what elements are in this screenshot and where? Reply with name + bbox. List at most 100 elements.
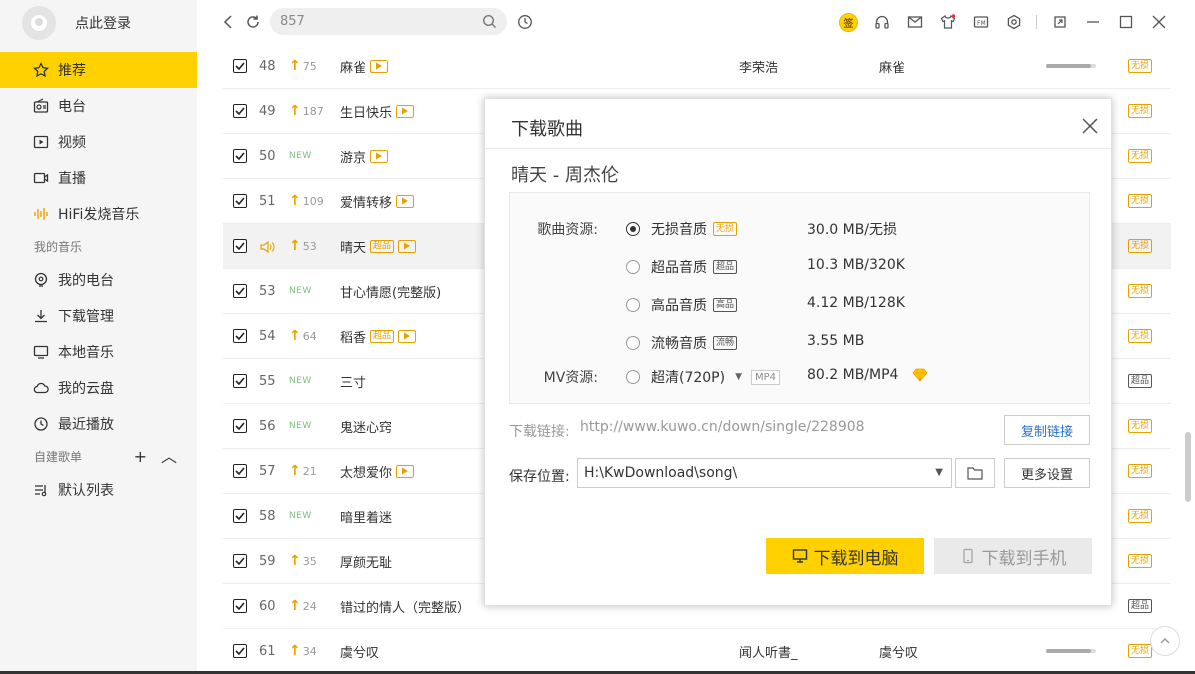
back-icon[interactable]: [221, 13, 235, 31]
mv-play-icon[interactable]: [396, 194, 415, 208]
row-checkbox[interactable]: [233, 464, 247, 478]
song-title[interactable]: 虞兮叹: [340, 642, 379, 661]
row-checkbox[interactable]: [233, 554, 247, 568]
minimize-icon[interactable]: [1076, 11, 1109, 33]
sidebar-item-download[interactable]: 下载管理: [0, 298, 197, 334]
mini-mode-icon[interactable]: [1043, 11, 1076, 33]
sidebar-item-video[interactable]: 视频: [0, 124, 197, 160]
row-checkbox[interactable]: [233, 284, 247, 298]
radio-button[interactable]: [626, 336, 640, 350]
trend-value: 53: [302, 239, 317, 253]
row-checkbox[interactable]: [233, 149, 247, 163]
close-icon[interactable]: [1081, 117, 1099, 135]
song-title[interactable]: 暗里着迷: [340, 507, 392, 526]
skin-icon[interactable]: [931, 11, 964, 33]
copy-link-button[interactable]: 复制链接: [1004, 415, 1090, 445]
arrow-up-icon: ↑: [289, 193, 301, 209]
collapse-icon[interactable]: ︿: [161, 442, 177, 472]
browse-folder-button[interactable]: [955, 458, 995, 488]
download-to-phone-button[interactable]: 下载到手机: [934, 538, 1092, 574]
download-to-pc-button[interactable]: 下载到电脑: [766, 538, 924, 574]
row-checkbox[interactable]: [233, 374, 247, 388]
sidebar-item-label: 视频: [58, 135, 86, 151]
song-title[interactable]: 三寸: [340, 372, 366, 391]
song-title[interactable]: 生日快乐: [340, 102, 415, 121]
song-title[interactable]: 太想爱你: [340, 462, 415, 481]
radio-button[interactable]: [626, 370, 640, 384]
user-login[interactable]: 点此登录: [22, 6, 131, 40]
add-playlist-icon[interactable]: +: [134, 442, 147, 472]
search-input[interactable]: 857: [270, 8, 507, 35]
song-title[interactable]: 游京: [340, 147, 389, 166]
sidebar-item-local[interactable]: 本地音乐: [0, 334, 197, 370]
song-title[interactable]: 厚颜无耻: [340, 552, 392, 571]
table-row[interactable]: 61 ↑ 34 虞兮叹 闻人听書_ 虞兮叹 无损: [223, 629, 1171, 674]
save-path-select[interactable]: H:\KwDownload\song\ ▼: [577, 458, 952, 488]
row-checkbox[interactable]: [233, 239, 247, 253]
login-link[interactable]: 点此登录: [75, 13, 131, 33]
sidebar-item-radio[interactable]: 电台: [0, 88, 197, 124]
quality-badge: 无损: [1128, 554, 1153, 568]
sidebar-item-default-list[interactable]: 默认列表: [0, 472, 197, 508]
radio-button[interactable]: [626, 260, 640, 274]
mv-play-icon[interactable]: [370, 149, 389, 163]
sidebar-item-recommend[interactable]: 推荐: [0, 52, 197, 88]
headphone-icon[interactable]: [865, 11, 898, 33]
close-window-icon[interactable]: [1142, 11, 1175, 33]
mv-play-icon[interactable]: [396, 104, 415, 118]
mv-play-icon[interactable]: [396, 464, 415, 478]
search-icon[interactable]: [482, 14, 497, 29]
sidebar-item-live[interactable]: 直播: [0, 160, 197, 196]
fm-icon[interactable]: FM: [964, 11, 997, 33]
sidebar-item-hifi[interactable]: HiFi发烧音乐: [0, 196, 197, 232]
quality-option-high[interactable]: 高品音质 高品: [626, 295, 738, 315]
avatar[interactable]: [22, 6, 56, 40]
settings-icon[interactable]: [997, 11, 1030, 33]
quality-option-super[interactable]: 超品音质 超品: [626, 257, 738, 277]
row-checkbox[interactable]: [233, 59, 247, 73]
chevron-down-icon[interactable]: ▼: [935, 459, 943, 487]
row-checkbox[interactable]: [233, 644, 247, 658]
song-title[interactable]: 甘心情愿(完整版): [340, 282, 441, 301]
row-checkbox[interactable]: [233, 509, 247, 523]
download-link-url[interactable]: http://www.kuwo.cn/down/single/228908: [580, 419, 865, 435]
row-checkbox[interactable]: [233, 194, 247, 208]
song-title[interactable]: 爱情转移: [340, 192, 415, 211]
song-title[interactable]: 晴天 超品: [340, 237, 417, 256]
row-checkbox[interactable]: [233, 599, 247, 613]
chevron-down-icon[interactable]: ▼: [735, 372, 742, 382]
quality-badge: 无损: [1128, 644, 1153, 658]
mv-option-720p[interactable]: 超清(720P) ▼ MP4: [626, 367, 781, 387]
sidebar-item-cloud[interactable]: 我的云盘: [0, 370, 197, 406]
refresh-icon[interactable]: [244, 13, 262, 31]
song-album[interactable]: 麻雀: [879, 57, 905, 76]
scroll-to-top-button[interactable]: [1150, 626, 1180, 656]
scrollbar[interactable]: [1185, 432, 1191, 502]
song-artist[interactable]: 闻人听書_: [739, 642, 798, 661]
mail-icon[interactable]: [898, 11, 931, 33]
song-title[interactable]: 麻雀: [340, 57, 389, 76]
song-artist[interactable]: 李荣浩: [739, 57, 778, 76]
radio-button[interactable]: [626, 222, 640, 236]
mv-play-icon[interactable]: [398, 329, 417, 343]
song-title[interactable]: 稻香 超品: [340, 327, 417, 346]
mv-play-icon[interactable]: [370, 59, 389, 73]
voice-search-icon[interactable]: [517, 14, 533, 30]
more-settings-button[interactable]: 更多设置: [1004, 458, 1090, 488]
quality-option-lossless[interactable]: 无损音质 无损: [626, 219, 738, 239]
sidebar-item-my-radio[interactable]: 我的电台: [0, 262, 197, 298]
row-checkbox[interactable]: [233, 329, 247, 343]
row-number: 59: [259, 553, 276, 569]
song-title[interactable]: 鬼迷心窍: [340, 417, 392, 436]
maximize-icon[interactable]: [1109, 11, 1142, 33]
table-row[interactable]: 48 ↑ 75 麻雀 李荣浩 麻雀 无损: [223, 44, 1171, 89]
song-album[interactable]: 虞兮叹: [879, 642, 918, 661]
radio-button[interactable]: [626, 298, 640, 312]
vip-sign-in-button[interactable]: 签: [832, 11, 865, 33]
sidebar-item-recent[interactable]: 最近播放: [0, 406, 197, 442]
row-checkbox[interactable]: [233, 104, 247, 118]
row-checkbox[interactable]: [233, 419, 247, 433]
mv-play-icon[interactable]: [398, 239, 417, 253]
song-title[interactable]: 错过的情人（完整版）: [340, 597, 470, 616]
quality-option-smooth[interactable]: 流畅音质 流畅: [626, 333, 738, 353]
